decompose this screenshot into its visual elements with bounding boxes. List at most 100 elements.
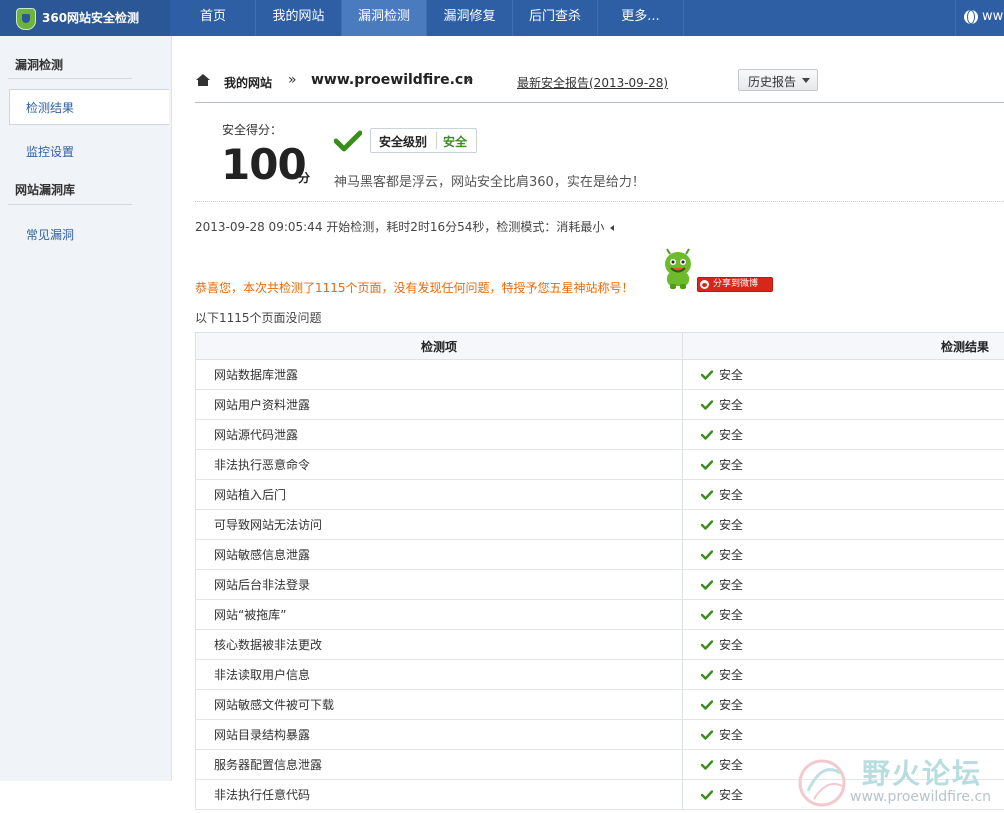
nav-vuln-scan[interactable]: 漏洞检测 [342, 0, 427, 36]
sidebar-group-vuln-library: 网站漏洞库 [15, 181, 75, 198]
score-unit: 分 [298, 169, 310, 186]
sidebar: 漏洞检测 检测结果 监控设置 网站漏洞库 常见漏洞 [0, 36, 172, 781]
table-row: 网站源代码泄露 安全 [196, 420, 1004, 450]
breadcrumb-domain[interactable]: www.proewildfire.cn [311, 72, 473, 88]
check-icon [701, 580, 713, 590]
check-item-result: 安全 [683, 540, 1004, 570]
check-item-name: 非法执行恶意命令 [196, 450, 683, 480]
check-item-name: 非法读取用户信息 [196, 660, 683, 690]
watermark-text: 野火论坛 [862, 752, 982, 792]
check-item-result-text: 安全 [719, 488, 743, 502]
check-icon [701, 400, 713, 410]
security-level-value: 安全 [443, 133, 467, 150]
check-icon [701, 550, 713, 560]
check-item-result-text: 安全 [719, 428, 743, 442]
check-item-result-text: 安全 [719, 608, 743, 622]
check-item-name: 非法执行任意代码 [196, 780, 683, 810]
nav-more[interactable]: 更多... [598, 0, 684, 36]
check-item-result-text: 安全 [719, 698, 743, 712]
expand-arrow-icon [610, 225, 614, 231]
breadcrumb-separator: » [465, 72, 474, 88]
check-item-result-text: 安全 [719, 578, 743, 592]
share-button-label: 分享到微博 [713, 278, 758, 291]
check-item-result: 安全 [683, 360, 1004, 390]
table-row: 网站敏感信息泄露 安全 [196, 540, 1004, 570]
check-icon [701, 460, 713, 470]
nav-vuln-fix[interactable]: 漏洞修复 [427, 0, 513, 36]
sidebar-group-vuln-scan: 漏洞检测 [15, 56, 63, 73]
brand-logo[interactable]: 360网站安全检测 [0, 0, 170, 36]
weibo-icon [700, 280, 709, 289]
table-header-row: 检测项 检测结果 [196, 333, 1004, 360]
nav-site-link[interactable]: ww [955, 0, 1004, 36]
check-icon [701, 670, 713, 680]
watermark-url: www.proewildfire.cn [850, 789, 991, 805]
score-motto: 神马黑客都是浮云，网站安全比肩360，实在是给力！ [334, 171, 645, 190]
check-item-result-text: 安全 [719, 788, 743, 802]
check-item-result: 安全 [683, 630, 1004, 660]
table-row: 网站敏感文件被可下载 安全 [196, 690, 1004, 720]
table-row: 网站目录结构暴露 安全 [196, 720, 1004, 750]
pages-ok-summary: 以下1115个页面没问题 [195, 309, 322, 326]
latest-report-link[interactable]: 最新安全报告(2013-09-28) [517, 74, 668, 91]
check-icon [334, 130, 362, 152]
check-item-name: 网站植入后门 [196, 480, 683, 510]
check-icon [701, 760, 713, 770]
nav-home[interactable]: 首页 [171, 0, 256, 36]
check-item-name: 网站敏感信息泄露 [196, 540, 683, 570]
nav-site-link-label: ww [982, 0, 1003, 33]
table-header-item[interactable]: 检测项 [196, 333, 683, 360]
check-item-name: 网站用户资料泄露 [196, 390, 683, 420]
check-icon [701, 370, 713, 380]
breadcrumb-separator: » [288, 72, 297, 88]
scan-info-text: 2013-09-28 09:05:44 开始检测，耗时2时16分54秒，检测模式… [195, 220, 604, 234]
check-item-name: 网站源代码泄露 [196, 420, 683, 450]
sidebar-item-common-vulns[interactable]: 常见漏洞 [26, 226, 74, 243]
check-item-result-text: 安全 [719, 728, 743, 742]
check-icon [701, 610, 713, 620]
check-item-name: 网站目录结构暴露 [196, 720, 683, 750]
check-item-result: 安全 [683, 420, 1004, 450]
chevron-down-icon [802, 78, 810, 83]
sidebar-item-monitor[interactable]: 监控设置 [26, 143, 74, 160]
table-row: 网站后台非法登录 安全 [196, 570, 1004, 600]
table-row: 非法执行恶意命令安全 [196, 450, 1004, 480]
brand-title: 360网站安全检测 [42, 0, 139, 36]
score-value: 100 [221, 140, 306, 189]
breadcrumb-my-sites[interactable]: 我的网站 [224, 74, 272, 91]
table-row: 网站植入后门 安全 [196, 480, 1004, 510]
check-item-name: 服务器配置信息泄露 [196, 750, 683, 780]
check-item-result-text: 安全 [719, 548, 743, 562]
main-nav: 首页 我的网站 漏洞检测 漏洞修复 后门查杀 更多... [171, 0, 684, 36]
check-icon [701, 520, 713, 530]
check-item-result-text: 安全 [719, 638, 743, 652]
check-item-name: 网站后台非法登录 [196, 570, 683, 600]
check-icon [701, 430, 713, 440]
check-item-name: 网站敏感文件被可下载 [196, 690, 683, 720]
check-icon [701, 790, 713, 800]
check-icon [701, 490, 713, 500]
table-row: 网站“被拖库”安全 [196, 600, 1004, 630]
check-item-result: 安全 [683, 570, 1004, 600]
check-item-name: 网站数据库泄露 [196, 360, 683, 390]
watermark-logo-icon [794, 751, 856, 813]
sidebar-divider [8, 204, 132, 205]
table-header-result[interactable]: 检测结果 [683, 333, 1004, 360]
check-icon [701, 700, 713, 710]
badge-divider [436, 132, 437, 149]
globe-icon [964, 10, 978, 24]
breadcrumb: 我的网站 » www.proewildfire.cn » 最新安全报告(2013… [195, 72, 1004, 103]
scan-info[interactable]: 2013-09-28 09:05:44 开始检测，耗时2时16分54秒，检测模式… [195, 218, 614, 235]
table-row: 网站数据库泄露安全 [196, 360, 1004, 390]
sidebar-item-results[interactable]: 检测结果 [26, 99, 74, 116]
section-divider [195, 201, 1004, 202]
nav-backdoor-scan[interactable]: 后门查杀 [513, 0, 598, 36]
sidebar-divider [8, 78, 132, 79]
history-report-label: 历史报告 [748, 73, 796, 90]
share-to-weibo-button[interactable]: 分享到微博 [697, 277, 773, 292]
nav-my-sites[interactable]: 我的网站 [256, 0, 342, 36]
history-report-dropdown[interactable]: 历史报告 [738, 69, 818, 91]
home-icon[interactable] [196, 74, 210, 86]
table-row: 非法读取用户信息安全 [196, 660, 1004, 690]
check-item-result: 安全 [683, 450, 1004, 480]
